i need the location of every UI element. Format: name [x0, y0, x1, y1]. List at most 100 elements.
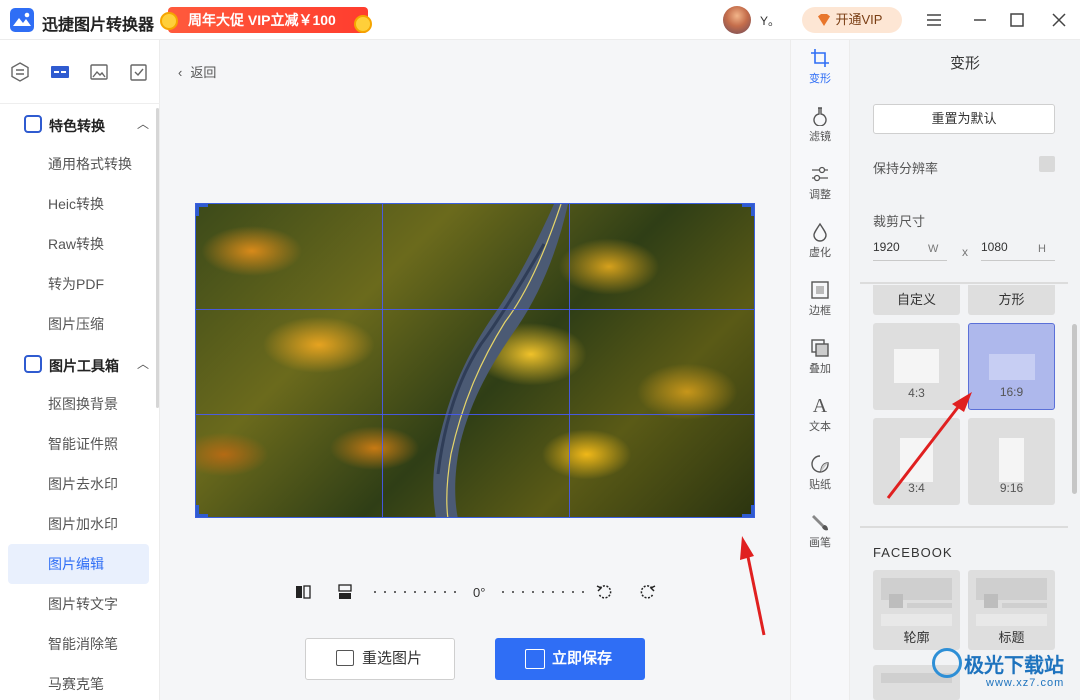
sidebar-item-cutout[interactable]: 抠图换背景 — [8, 384, 149, 424]
username[interactable]: Y。 — [760, 12, 780, 29]
template-bar — [1002, 603, 1047, 608]
convert-group-icon — [24, 115, 42, 133]
back-button[interactable]: ‹ 返回 — [178, 62, 224, 81]
rotate-left-icon[interactable] — [595, 582, 615, 602]
template-label: 标题 — [998, 630, 1025, 645]
watermark-logo-icon — [932, 648, 962, 678]
tool-label: 画笔 — [809, 537, 831, 549]
tool-sticker[interactable]: 贴纸 — [791, 446, 849, 504]
crop-handle-bottom-left[interactable] — [196, 505, 208, 517]
times-sign: x — [962, 245, 968, 259]
reselect-image-button[interactable]: 重选图片 — [305, 638, 455, 680]
template-bar — [881, 614, 952, 626]
sidebar-item-eraser[interactable]: 智能消除笔 — [8, 624, 149, 664]
chevron-up-icon: ︿ — [137, 357, 150, 371]
sidebar-item-raw[interactable]: Raw转换 — [8, 224, 149, 264]
ratio-custom[interactable]: 自定义 — [873, 285, 960, 315]
width-underline — [873, 260, 947, 261]
divider — [860, 282, 1068, 284]
tool-label: 调整 — [809, 189, 831, 201]
rotation-slider-left[interactable] — [374, 591, 458, 593]
title-bar: 迅捷图片转换器 周年大促 VIP立减￥100 Y。 开通VIP — [0, 0, 1080, 40]
tool-label: 叠加 — [809, 363, 831, 375]
sidebar-item-ocr[interactable]: 图片转文字 — [8, 584, 149, 624]
rotation-slider-right[interactable] — [502, 591, 586, 593]
tool-border[interactable]: 边框 — [791, 272, 849, 330]
flip-horizontal-icon[interactable] — [293, 582, 313, 602]
sidebar: 特色转换 ︿ 通用格式转换 Heic转换 Raw转换 转为PDF 图片压缩 图片… — [0, 40, 160, 700]
ratio-4-3[interactable]: 4:3 — [873, 323, 960, 410]
ratio-3-4[interactable]: 3:4 — [873, 418, 960, 505]
crop-handle-bottom-right[interactable] — [742, 505, 754, 517]
template-bar — [907, 603, 952, 608]
crop-handle-top-left[interactable] — [196, 204, 208, 216]
coin-icon — [354, 15, 372, 33]
save-button[interactable]: 立即保存 — [495, 638, 645, 680]
sidebar-item-image-edit[interactable]: 图片编辑 — [8, 544, 149, 584]
ratio-9-16[interactable]: 9:16 — [968, 418, 1055, 505]
app-logo-icon — [10, 8, 34, 32]
template-bar — [984, 594, 998, 608]
facebook-template-outline[interactable]: 轮廓 — [873, 570, 960, 650]
photo-preview[interactable] — [195, 203, 755, 518]
tool-rail: 变形 滤镜 调整 虚化 边框 叠加 A 文本 贴纸 画笔 — [790, 40, 850, 700]
rotate-right-icon[interactable] — [637, 582, 657, 602]
sidebar-item-remove-watermark[interactable]: 图片去水印 — [8, 464, 149, 504]
minimize-icon[interactable] — [970, 10, 990, 30]
template-label: 轮廓 — [903, 630, 930, 645]
blur-icon — [810, 222, 830, 242]
grid-line — [196, 414, 754, 415]
ratio-label: 4:3 — [908, 386, 925, 400]
facebook-section-title: FACEBOOK — [873, 545, 953, 560]
ratio-square[interactable]: 方形 — [968, 285, 1055, 315]
tool-blur[interactable]: 虚化 — [791, 214, 849, 272]
brush-icon — [810, 512, 830, 532]
chevron-left-icon: ‹ — [178, 65, 183, 80]
ratio-16-9[interactable]: 16:9 — [968, 323, 1055, 410]
sidebar-item-id-photo[interactable]: 智能证件照 — [8, 424, 149, 464]
close-icon[interactable] — [1049, 10, 1069, 30]
chevron-up-icon: ︿ — [137, 117, 150, 131]
panel-scrollbar[interactable] — [1072, 324, 1077, 494]
filter-icon — [810, 106, 830, 127]
sidebar-item-heic[interactable]: Heic转换 — [8, 184, 149, 224]
sidebar-item-format-convert[interactable]: 通用格式转换 — [8, 144, 149, 184]
width-input[interactable]: 1920 — [873, 240, 900, 254]
editor-canvas: ‹ 返回 0° 重选图片 立即保存 — [160, 40, 790, 700]
checkbox-icon[interactable] — [129, 62, 149, 82]
ratio-label: 16:9 — [999, 385, 1024, 399]
height-underline — [981, 260, 1055, 261]
avatar[interactable] — [723, 6, 751, 34]
maximize-icon[interactable] — [1007, 10, 1027, 30]
convert-icon[interactable] — [10, 62, 30, 82]
crop-handle-top-right[interactable] — [742, 204, 754, 216]
image-icon[interactable] — [89, 62, 109, 82]
sidebar-item-pdf[interactable]: 转为PDF — [8, 264, 149, 304]
sidebar-item-compress[interactable]: 图片压缩 — [8, 304, 149, 344]
tool-text[interactable]: A 文本 — [791, 388, 849, 446]
height-unit: H — [1038, 243, 1046, 255]
group-image-toolbox[interactable]: 图片工具箱 ︿ — [0, 344, 158, 384]
menu-icon[interactable] — [924, 10, 944, 30]
sidebar-item-add-watermark[interactable]: 图片加水印 — [8, 504, 149, 544]
ratio-preview — [999, 438, 1024, 482]
tool-brush[interactable]: 画笔 — [791, 504, 849, 562]
ratio-label: 9:16 — [999, 481, 1024, 495]
text-icon: A — [812, 395, 828, 417]
flip-vertical-icon[interactable] — [335, 582, 355, 602]
open-vip-button[interactable]: 开通VIP — [802, 7, 902, 33]
toolbox-icon[interactable] — [50, 62, 70, 82]
tool-adjust[interactable]: 调整 — [791, 156, 849, 214]
group-label: 图片工具箱 — [49, 358, 119, 374]
reset-default-button[interactable]: 重置为默认 — [873, 104, 1055, 134]
sidebar-item-mosaic[interactable]: 马赛克笔 — [8, 664, 149, 700]
keep-resolution-checkbox[interactable] — [1039, 156, 1055, 172]
sidebar-scrollbar[interactable] — [156, 108, 159, 408]
tool-transform[interactable]: 变形 — [791, 40, 849, 98]
tool-overlay[interactable]: 叠加 — [791, 330, 849, 388]
group-feature-convert[interactable]: 特色转换 ︿ — [0, 104, 158, 144]
facebook-template-title[interactable]: 标题 — [968, 570, 1055, 650]
height-input[interactable]: 1080 — [981, 240, 1008, 254]
promo-banner[interactable]: 周年大促 VIP立减￥100 — [168, 7, 368, 33]
tool-filter[interactable]: 滤镜 — [791, 98, 849, 156]
